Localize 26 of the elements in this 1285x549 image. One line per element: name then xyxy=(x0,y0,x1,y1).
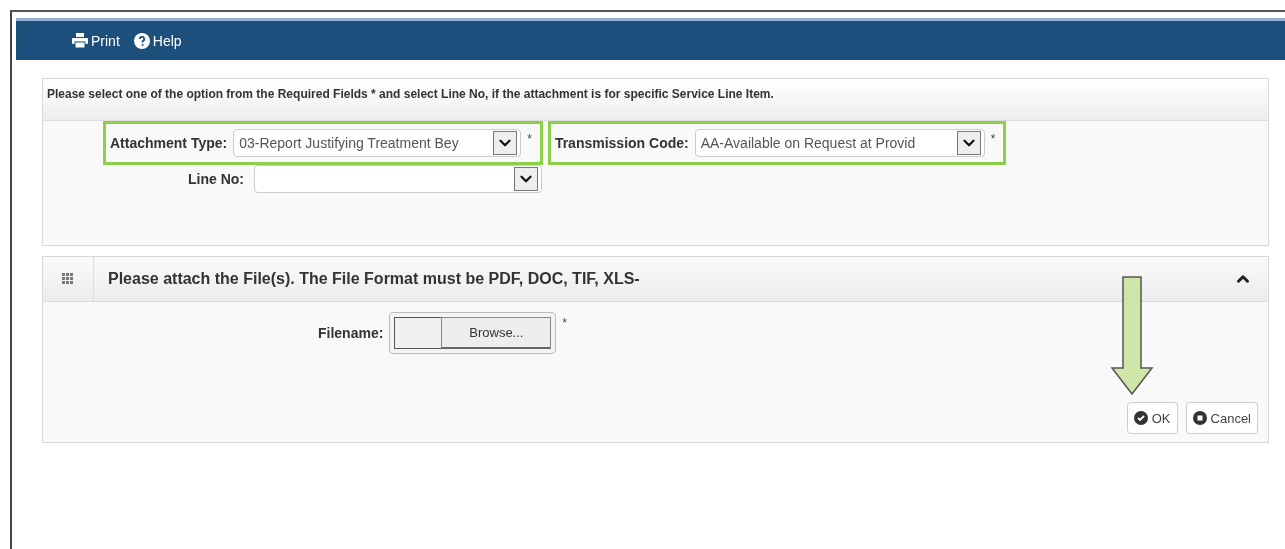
transmission-code-select[interactable]: AA-Available on Request at Provid xyxy=(694,129,985,157)
printer-icon xyxy=(72,33,88,48)
field-label: Transmission Code: xyxy=(554,135,689,151)
field-label: Filename: xyxy=(318,325,384,341)
required-mark: * xyxy=(562,316,568,330)
check-circle-icon xyxy=(1133,411,1148,425)
field-label: Line No: xyxy=(187,171,244,187)
down-arrow-icon xyxy=(1110,276,1154,396)
instruction-text: Please select one of the option from the Required Fields * and select Line No, if the attachment is for specific Service Line Item. xyxy=(43,79,1268,121)
ok-button[interactable]: OK xyxy=(1126,402,1178,434)
required-mark: * xyxy=(527,132,532,146)
stop-circle-icon xyxy=(1192,411,1207,425)
help-icon xyxy=(133,32,150,49)
dropdown-icon xyxy=(514,167,538,191)
panel-title: Please attach the File(s). The File Format must be PDF, DOC, TIF, XLS- xyxy=(107,270,641,288)
cancel-button[interactable]: Cancel xyxy=(1185,402,1258,434)
grid-icon xyxy=(62,273,74,285)
print-link[interactable]: Print xyxy=(72,32,120,49)
field-label: Attachment Type: xyxy=(110,135,228,151)
dropdown-icon xyxy=(956,131,981,155)
help-link[interactable]: Help xyxy=(133,32,182,49)
browse-button[interactable]: Browse... xyxy=(441,317,552,349)
attachment-type-select[interactable]: 03-Report Justifying Treatment Bey xyxy=(233,129,522,157)
required-mark: * xyxy=(990,132,996,146)
dropdown-icon xyxy=(493,131,518,155)
file-input[interactable]: Browse... xyxy=(389,312,557,354)
